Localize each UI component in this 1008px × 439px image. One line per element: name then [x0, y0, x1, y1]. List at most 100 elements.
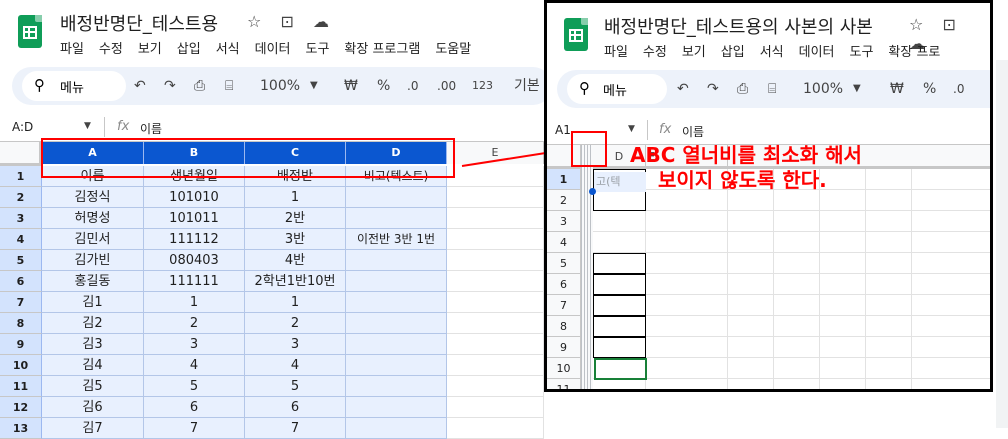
table-cell[interactable] [728, 337, 774, 358]
table-cell[interactable]: 2반 [245, 208, 346, 229]
menu-item[interactable]: 삽입 [177, 42, 201, 57]
table-cell[interactable] [866, 232, 912, 253]
name-box-chevron-down-icon[interactable]: ▼ [84, 121, 91, 131]
menu-item[interactable]: 서식 [760, 45, 784, 60]
table-cell[interactable] [346, 418, 447, 439]
table-cell[interactable] [820, 379, 866, 389]
table-cell[interactable] [346, 271, 447, 292]
table-cell[interactable] [866, 253, 912, 274]
table-cell[interactable]: 허명성 [42, 208, 144, 229]
table-cell[interactable] [820, 358, 866, 379]
currency-format-button[interactable]: ₩ [344, 67, 358, 105]
select-all-corner[interactable] [0, 142, 42, 166]
table-cell[interactable] [346, 292, 447, 313]
table-cell[interactable] [866, 379, 912, 389]
table-cell[interactable] [447, 418, 544, 439]
table-cell[interactable] [912, 316, 990, 337]
table-cell[interactable] [646, 337, 728, 358]
percent-format-button[interactable]: % [923, 70, 936, 108]
menu-item[interactable]: 확장 프로그램 [344, 42, 420, 57]
print-icon[interactable]: ⎙ [737, 70, 748, 108]
table-cell[interactable] [912, 253, 990, 274]
menu-item[interactable]: 도구 [850, 45, 874, 60]
table-cell[interactable] [593, 295, 646, 316]
menu-item[interactable]: 도움말 [435, 42, 471, 57]
table-cell[interactable] [728, 295, 774, 316]
row-header[interactable]: 6 [0, 271, 42, 292]
table-cell[interactable]: 김1 [42, 292, 144, 313]
star-icon[interactable]: ☆ [909, 15, 923, 34]
menu-item[interactable]: 삽입 [721, 45, 745, 60]
undo-icon[interactable]: ↶ [134, 67, 146, 105]
zoom-chevron-down-icon[interactable]: ▼ [853, 70, 861, 108]
table-cell[interactable] [820, 190, 866, 211]
table-cell[interactable] [866, 337, 912, 358]
zoom-select[interactable]: 100% [260, 67, 300, 105]
table-cell[interactable] [774, 274, 820, 295]
table-cell[interactable]: 홍길동 [42, 271, 144, 292]
table-cell[interactable]: 7 [245, 418, 346, 439]
table-cell[interactable]: 이전반 3반 1번 [346, 229, 447, 250]
table-cell[interactable]: 김3 [42, 334, 144, 355]
table-cell[interactable] [346, 376, 447, 397]
table-cell[interactable] [447, 334, 544, 355]
font-select[interactable]: 기본 [514, 67, 540, 105]
menu-item[interactable]: 파일 [604, 45, 628, 60]
table-cell[interactable] [728, 316, 774, 337]
table-cell[interactable] [728, 274, 774, 295]
table-cell[interactable] [774, 337, 820, 358]
table-cell[interactable]: 4반 [245, 250, 346, 271]
redo-icon[interactable]: ↷ [164, 67, 176, 105]
table-cell[interactable]: 2학년1반10번 [245, 271, 346, 292]
table-cell[interactable]: 1 [245, 187, 346, 208]
table-cell[interactable]: 4 [245, 355, 346, 376]
table-cell[interactable] [912, 274, 990, 295]
table-cell[interactable] [593, 232, 646, 253]
table-cell[interactable] [346, 334, 447, 355]
row-header[interactable]: 3 [547, 211, 581, 232]
row-header[interactable]: 10 [547, 358, 581, 379]
menu-item[interactable]: 확장 프로 [888, 45, 940, 60]
selection-handle[interactable] [589, 188, 596, 195]
table-cell[interactable] [593, 316, 646, 337]
table-cell[interactable]: 4 [144, 355, 245, 376]
table-cell[interactable] [866, 274, 912, 295]
table-cell[interactable] [866, 295, 912, 316]
menu-item[interactable]: 수정 [99, 42, 123, 57]
row-header[interactable]: 8 [0, 313, 42, 334]
table-cell[interactable] [774, 358, 820, 379]
row-header[interactable]: 4 [547, 232, 581, 253]
table-cell[interactable] [646, 316, 728, 337]
currency-format-button[interactable]: ₩ [890, 70, 904, 108]
collapsed-columns-abc[interactable] [581, 145, 593, 389]
table-cell[interactable]: 2 [245, 313, 346, 334]
row-header[interactable]: 8 [547, 316, 581, 337]
table-cell[interactable] [447, 313, 544, 334]
table-cell[interactable]: 3 [245, 334, 346, 355]
table-cell[interactable] [646, 232, 728, 253]
table-cell[interactable] [593, 379, 646, 389]
table-cell[interactable] [728, 211, 774, 232]
table-cell[interactable]: 111112 [144, 229, 245, 250]
table-cell[interactable]: 3 [144, 334, 245, 355]
cloud-status-icon[interactable]: ☁ [313, 12, 329, 31]
row-header[interactable]: 7 [547, 295, 581, 316]
zoom-select[interactable]: 100% [803, 70, 843, 108]
table-cell[interactable] [447, 271, 544, 292]
menu-item[interactable]: 서식 [216, 42, 240, 57]
row-header[interactable]: 7 [0, 292, 42, 313]
document-title[interactable]: 배정반명단_테스트용의 사본의 사본 [604, 13, 873, 39]
table-cell[interactable] [447, 229, 544, 250]
table-cell[interactable]: 김정식 [42, 187, 144, 208]
table-cell[interactable] [646, 190, 728, 211]
menu-item[interactable]: 데이터 [255, 42, 291, 57]
menu-search[interactable]: ⚲ 메뉴 [22, 71, 126, 101]
row-header[interactable]: 13 [0, 418, 42, 439]
menu-item[interactable]: 파일 [60, 42, 84, 57]
table-cell[interactable]: 김5 [42, 376, 144, 397]
table-cell[interactable] [593, 337, 646, 358]
table-cell[interactable] [820, 274, 866, 295]
undo-icon[interactable]: ↶ [677, 70, 689, 108]
table-cell[interactable] [646, 379, 728, 389]
table-cell[interactable] [346, 355, 447, 376]
